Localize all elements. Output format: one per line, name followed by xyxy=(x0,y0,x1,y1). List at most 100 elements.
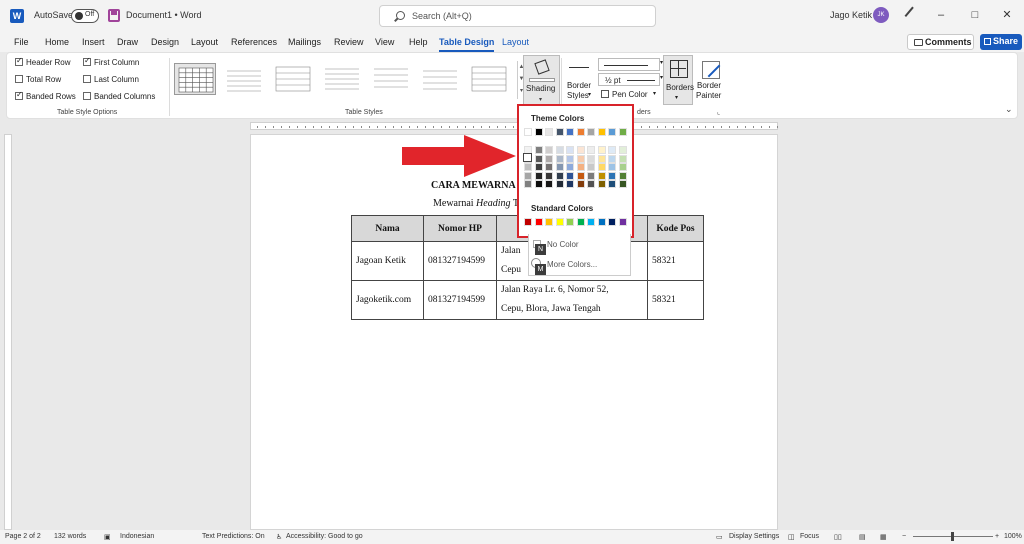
search-box[interactable]: Search (Alt+Q) xyxy=(379,5,656,27)
theme-color-swatch[interactable] xyxy=(576,128,585,136)
more-colors-option[interactable]: More Colors... xyxy=(547,260,597,269)
theme-shade-swatch[interactable] xyxy=(618,180,627,188)
theme-shade-swatch[interactable] xyxy=(576,146,585,154)
first-column-checkbox[interactable]: First Column xyxy=(83,56,139,67)
standard-color-swatch[interactable] xyxy=(618,218,627,226)
theme-color-swatch[interactable] xyxy=(524,128,532,136)
header-nomor-hp[interactable]: Nomor HP xyxy=(423,215,497,242)
standard-color-swatch[interactable] xyxy=(576,218,585,226)
tab-view[interactable]: View xyxy=(375,37,394,47)
borders-button[interactable]: Borders ▾ xyxy=(663,55,694,105)
zoom-thumb[interactable] xyxy=(951,532,954,541)
theme-shade-swatch[interactable] xyxy=(618,171,627,180)
cell-hp[interactable]: 081327194599 xyxy=(423,241,497,281)
zoom-level[interactable]: 100% xyxy=(1004,533,1022,540)
border-painter-icon[interactable] xyxy=(702,61,720,79)
print-layout-icon[interactable]: ▤ xyxy=(859,533,866,541)
text-predictions[interactable]: Text Predictions: On xyxy=(202,533,265,540)
language[interactable]: Indonesian xyxy=(120,533,154,540)
cell-nama[interactable]: Jagoketik.com xyxy=(351,280,424,320)
banded-rows-checkbox[interactable]: Banded Rows xyxy=(15,90,76,101)
theme-shade-swatch[interactable] xyxy=(566,180,574,188)
maximize-button[interactable]: □ xyxy=(968,8,982,22)
theme-shade-swatch[interactable] xyxy=(576,180,585,188)
cell-alamat[interactable]: Jalan Raya Lr. 6, Nomor 52, Cepu, Blora, … xyxy=(496,280,648,320)
table-style-plain-6[interactable] xyxy=(468,63,510,95)
theme-color-swatch[interactable] xyxy=(555,128,564,136)
standard-color-swatch[interactable] xyxy=(587,218,595,226)
display-settings[interactable]: Display Settings xyxy=(729,533,779,540)
theme-shade-swatch[interactable] xyxy=(608,163,616,171)
standard-color-swatch[interactable] xyxy=(545,218,553,226)
avatar[interactable]: JK xyxy=(873,7,889,23)
theme-shade-swatch[interactable] xyxy=(555,171,564,180)
theme-shade-swatch[interactable] xyxy=(566,171,574,180)
line-style-dropdown[interactable] xyxy=(598,58,660,71)
theme-color-swatch[interactable] xyxy=(566,128,574,136)
tab-help[interactable]: Help xyxy=(409,37,428,47)
standard-color-swatch[interactable] xyxy=(608,218,616,226)
theme-shade-swatch[interactable] xyxy=(576,154,585,163)
vertical-ruler[interactable] xyxy=(4,134,12,530)
word-count[interactable]: 132 words xyxy=(54,533,86,540)
theme-shade-swatch[interactable] xyxy=(555,163,564,171)
theme-shade-swatch[interactable] xyxy=(534,180,543,188)
tab-review[interactable]: Review xyxy=(334,37,364,47)
table-style-plain-5[interactable] xyxy=(419,63,461,95)
theme-color-swatch[interactable] xyxy=(618,128,627,136)
accessibility-status[interactable]: Accessibility: Good to go xyxy=(286,533,363,540)
cell-hp[interactable]: 081327194599 xyxy=(423,280,497,320)
theme-shade-swatch[interactable] xyxy=(555,146,564,154)
theme-shade-swatch[interactable] xyxy=(534,154,543,163)
theme-shade-swatch[interactable] xyxy=(597,171,606,180)
header-row-checkbox[interactable]: Header Row xyxy=(15,56,70,67)
theme-shade-swatch[interactable] xyxy=(587,171,595,180)
theme-shade-swatch[interactable] xyxy=(576,163,585,171)
tab-insert[interactable]: Insert xyxy=(82,37,105,47)
standard-color-swatch[interactable] xyxy=(597,218,606,226)
focus-icon[interactable]: ◫ xyxy=(788,533,795,541)
shading-button[interactable]: Shading ▾ xyxy=(523,55,560,107)
theme-shade-swatch[interactable] xyxy=(597,163,606,171)
theme-shade-swatch[interactable] xyxy=(566,163,574,171)
theme-shade-swatch[interactable] xyxy=(534,163,543,171)
page-count[interactable]: Page 2 of 2 xyxy=(5,533,41,540)
standard-color-swatch[interactable] xyxy=(566,218,574,226)
no-color-option[interactable]: No Color xyxy=(547,240,579,249)
theme-shade-swatch[interactable] xyxy=(587,146,595,154)
horizontal-ruler[interactable] xyxy=(250,122,778,130)
standard-color-swatch[interactable] xyxy=(555,218,564,226)
table-style-plain-1[interactable] xyxy=(223,63,265,95)
minimize-button[interactable]: – xyxy=(934,8,948,22)
standard-color-swatch[interactable] xyxy=(524,218,532,226)
border-styles-line2[interactable]: Styles xyxy=(567,91,589,100)
theme-shade-swatch[interactable] xyxy=(545,180,553,188)
tab-home[interactable]: Home xyxy=(45,37,69,47)
header-kode-pos[interactable]: Kode Pos xyxy=(647,215,704,242)
border-styles-line1[interactable]: Border xyxy=(567,81,591,90)
banded-columns-checkbox[interactable]: Banded Columns xyxy=(83,92,155,101)
theme-shade-swatch[interactable] xyxy=(545,171,553,180)
theme-shade-swatch[interactable] xyxy=(597,180,606,188)
table-style-plain-4[interactable] xyxy=(370,63,412,95)
tab-draw[interactable]: Draw xyxy=(117,37,138,47)
theme-shade-swatch[interactable] xyxy=(608,146,616,154)
zoom-in-icon[interactable]: + xyxy=(995,533,999,540)
theme-shade-swatch[interactable] xyxy=(534,146,543,154)
accessibility-icon[interactable]: ♿ xyxy=(276,533,282,541)
tab-table-layout[interactable]: Layout xyxy=(502,37,529,47)
theme-shade-swatch[interactable] xyxy=(597,154,606,163)
display-settings-icon[interactable]: ▭ xyxy=(716,533,723,541)
theme-shade-swatch[interactable] xyxy=(618,146,627,154)
comments-button[interactable]: Comments xyxy=(907,34,974,50)
cell-kode[interactable]: 58321 xyxy=(647,280,704,320)
close-button[interactable]: ✕ xyxy=(1000,8,1014,22)
theme-shade-swatch[interactable] xyxy=(587,180,595,188)
theme-color-swatch[interactable] xyxy=(608,128,616,136)
zoom-out-icon[interactable]: − xyxy=(902,533,906,540)
cell-kode[interactable]: 58321 xyxy=(647,241,704,281)
theme-shade-swatch[interactable] xyxy=(534,171,543,180)
tab-layout[interactable]: Layout xyxy=(191,37,218,47)
collapse-ribbon-icon[interactable]: ⌄ xyxy=(1005,104,1013,115)
theme-shade-swatch[interactable] xyxy=(545,163,553,171)
